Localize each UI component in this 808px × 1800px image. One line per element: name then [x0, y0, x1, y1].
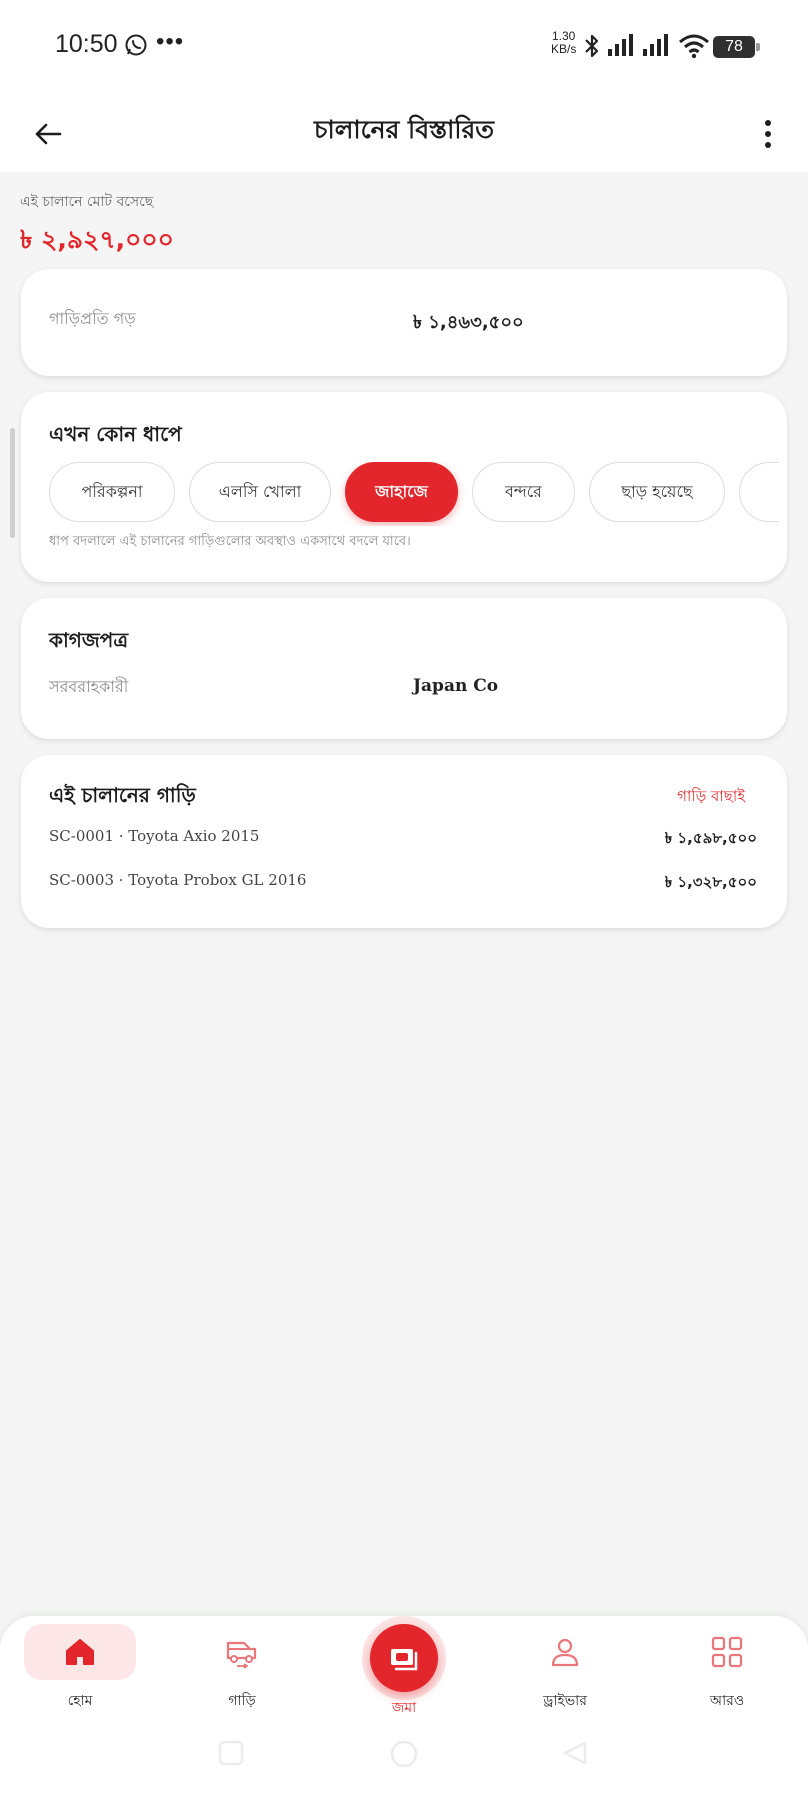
nav-driver[interactable]: ড্রাইভার — [505, 1616, 625, 1726]
more-vertical-icon — [765, 120, 771, 126]
more-options-button[interactable] — [754, 114, 782, 154]
cellular-signal-2-icon — [643, 34, 668, 56]
documents-title: কাগজপত্র — [49, 628, 129, 652]
stage-chip-planning[interactable]: পরিকল্পনা — [49, 462, 175, 522]
stage-card: এখন কোন ধাপে পরিকল্পনা এলসি খোলা জাহাজে … — [21, 392, 787, 582]
total-cost-value: ৳ ২,৯২৭,০০০ — [20, 225, 174, 254]
stage-chip-next[interactable] — [739, 462, 779, 522]
stage-chip-at-port[interactable]: বন্দরে — [472, 462, 575, 522]
car-name: SC-0003 · Toyota Probox GL 2016 — [49, 871, 307, 889]
nav-home[interactable]: হোম — [20, 1616, 140, 1726]
wifi-icon — [679, 34, 709, 59]
battery-indicator: 78 — [713, 36, 760, 58]
cars-title: এই চালানের গাড়ি — [49, 783, 196, 807]
cellular-signal-1-icon — [608, 34, 633, 56]
status-time: 10:50 — [55, 30, 118, 58]
supplier-label: সরবরাহকারী — [49, 677, 129, 696]
home-circle-icon[interactable] — [388, 1738, 420, 1770]
status-bar: 10:50 ••• 1.30 KB/s 78 — [0, 0, 808, 92]
supplier-value: Japan Co — [413, 676, 499, 696]
grid-icon — [711, 1636, 743, 1668]
total-cost-label: এই চালানে মোট বসেছে — [20, 194, 154, 210]
stage-chip-on-ship[interactable]: জাহাজে — [345, 462, 458, 522]
app-bar: চালানের বিস্তারিত — [0, 92, 808, 172]
user-icon — [551, 1638, 579, 1667]
average-label: গাড়িপ্রতি গড় — [49, 309, 136, 328]
home-icon — [66, 1639, 94, 1665]
stage-title: এখন কোন ধাপে — [49, 422, 182, 446]
scroll-indicator — [10, 428, 15, 538]
car-price: ৳ ১,৩২৮,৫০০ — [664, 873, 757, 891]
nav-deposit-label: জমা — [391, 1700, 417, 1716]
network-speed: 1.30 KB/s — [551, 30, 576, 56]
car-price: ৳ ১,৫৯৮,৫০০ — [664, 829, 757, 847]
network-speed-unit: KB/s — [551, 42, 577, 56]
car-name: SC-0001 · Toyota Axio 2015 — [49, 827, 260, 845]
nav-cars-label: গাড়ি — [228, 1693, 256, 1709]
more-vertical-icon-dot — [765, 142, 771, 148]
stage-chip-list[interactable]: পরিকল্পনা এলসি খোলা জাহাজে বন্দরে ছাড় হ… — [49, 462, 779, 526]
nav-cars[interactable]: গাড়ি — [182, 1616, 302, 1726]
cash-icon — [391, 1649, 418, 1671]
deposit-fab-button[interactable] — [370, 1624, 438, 1692]
nav-driver-label: ড্রাইভার — [543, 1693, 587, 1709]
nav-more[interactable]: আরও — [667, 1616, 787, 1726]
stage-chip-lc-open[interactable]: এলসি খোলা — [189, 462, 331, 522]
notification-more-icon: ••• — [156, 28, 185, 55]
whatsapp-icon — [125, 34, 147, 56]
page-title: চালানের বিস্তারিত — [314, 115, 494, 144]
stage-chip-released[interactable]: ছাড় হয়েছে — [589, 462, 725, 522]
shipment-cars-card: এই চালানের গাড়ি গাড়ি বাছাই SC-0001 · T… — [21, 755, 787, 928]
back-triangle-icon[interactable] — [560, 1738, 590, 1768]
documents-card: কাগজপত্র সরবরাহকারী Japan Co — [21, 598, 787, 739]
car-transfer-icon — [226, 1641, 257, 1669]
system-navigation-bar — [0, 1722, 808, 1800]
average-value: ৳ ১,৪৬৩,৫০০ — [413, 312, 524, 333]
more-vertical-icon-dot — [765, 131, 771, 137]
select-cars-link[interactable]: গাড়ি বাছাই — [677, 785, 745, 810]
stage-hint-text: ধাপ বদলালে এই চালানের গাড়িগুলোর অবস্থাও… — [49, 534, 411, 549]
bluetooth-icon — [585, 34, 599, 58]
recents-icon[interactable] — [216, 1738, 246, 1768]
car-list-item[interactable]: SC-0001 · Toyota Axio 2015 ৳ ১,৫৯৮,৫০০ — [49, 827, 757, 853]
average-per-car-card: গাড়িপ্রতি গড় ৳ ১,৪৬৩,৫০০ — [21, 269, 787, 376]
nav-home-label: হোম — [67, 1693, 93, 1709]
nav-more-label: আরও — [709, 1693, 745, 1709]
car-list-item[interactable]: SC-0003 · Toyota Probox GL 2016 ৳ ১,৩২৮,… — [49, 871, 757, 897]
